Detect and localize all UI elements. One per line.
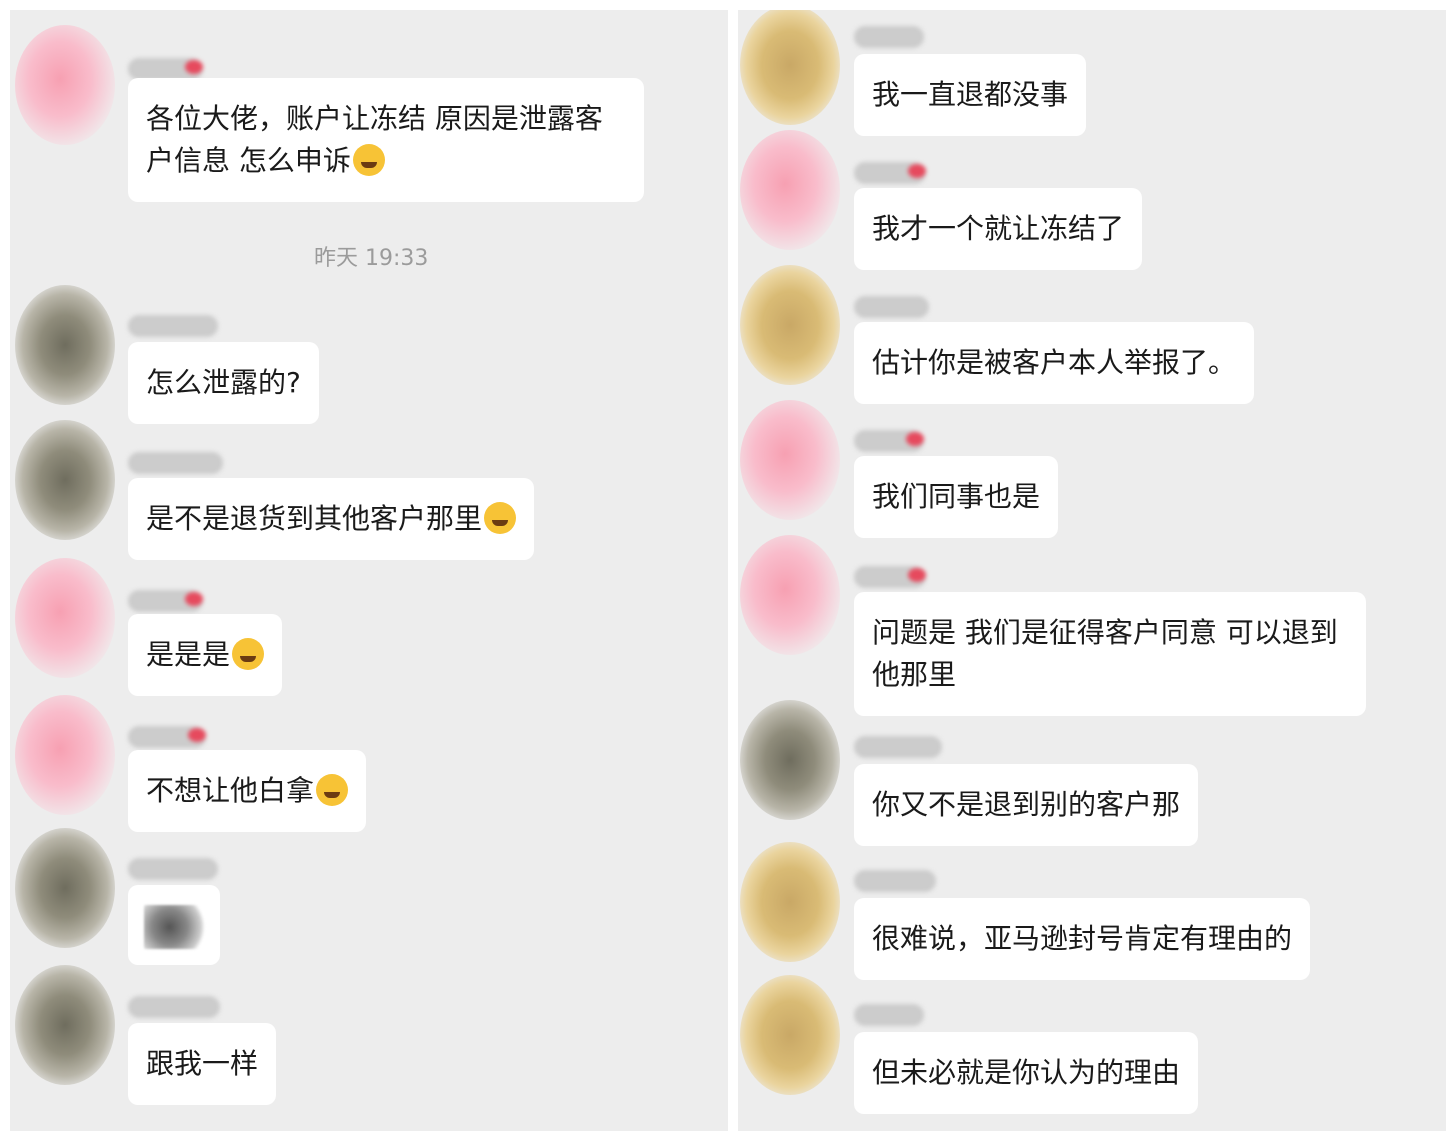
message-bubble[interactable]: 但未必就是你认为的理由 [854,1032,1199,1114]
blurred-sticker [144,905,208,949]
flower-icon [185,60,203,74]
avatar[interactable] [740,535,840,655]
message-text: 是是是 [146,638,231,671]
flower-icon [908,164,926,178]
avatar[interactable] [740,130,840,250]
message-bubble[interactable]: 我才一个就让冻结了 [854,188,1143,270]
message-bubble[interactable]: 很难说，亚马逊封号肯定有理由的 [854,898,1311,980]
sender-name [128,315,218,337]
crying-laughing-face-icon [352,144,385,176]
sender-name [854,162,926,184]
avatar[interactable] [15,25,115,145]
sender-name [854,296,929,318]
message-text: 估计你是被客户本人举报了。 [872,346,1237,379]
avatar[interactable] [740,265,840,385]
message-bubble[interactable]: 怎么泄露的? [128,342,319,424]
sender-name [854,1004,924,1026]
message-text: 问题是 我们是征得客户同意 可以退到他那里 [872,616,1338,691]
flower-icon [908,568,926,582]
message-bubble[interactable]: 不想让他白拿 [128,750,367,832]
message-text: 我才一个就让冻结了 [872,212,1125,245]
flower-icon [906,432,924,446]
message-text: 是不是退货到其他客户那里 [146,502,483,535]
avatar[interactable] [740,975,840,1095]
sender-name [128,996,220,1018]
avatar[interactable] [15,420,115,540]
left-chat-panel: 各位大佬，账户让冻结 原因是泄露客户信息 怎么申诉 昨天 19:33 怎么泄露的… [10,10,728,1131]
avatar[interactable] [740,842,840,962]
sender-name [128,58,203,80]
timestamp: 昨天 19:33 [314,246,429,271]
message-text: 不想让他白拿 [146,774,315,807]
right-chat-panel: 我一直退都没事 我才一个就让冻结了 估计你是被客户本人举报了。 我们同事也是 问… [738,10,1446,1131]
avatar[interactable] [15,285,115,405]
sender-name [854,870,936,892]
sender-name [128,452,223,474]
message-text: 很难说，亚马逊封号肯定有理由的 [872,922,1293,955]
flower-icon [185,592,203,606]
sticker-message-bubble[interactable] [128,885,220,965]
avatar[interactable] [15,828,115,948]
message-text: 跟我一样 [146,1047,259,1080]
message-bubble[interactable]: 是是是 [128,614,283,696]
message-text: 怎么泄露的? [146,366,301,399]
sender-name [854,566,926,588]
message-text: 但未必就是你认为的理由 [872,1056,1181,1089]
sender-name [854,430,924,452]
crying-laughing-face-icon [232,638,265,670]
avatar[interactable] [740,400,840,520]
grinning-sweat-face-icon [484,502,517,534]
avatar[interactable] [740,700,840,820]
message-bubble[interactable]: 跟我一样 [128,1023,277,1105]
avatar[interactable] [15,558,115,678]
message-bubble[interactable]: 你又不是退到别的客户那 [854,764,1199,846]
sender-name [128,858,218,880]
message-bubble[interactable]: 我一直退都没事 [854,54,1087,136]
message-bubble[interactable]: 问题是 我们是征得客户同意 可以退到他那里 [854,592,1366,716]
sender-name [128,726,206,748]
avatar[interactable] [15,695,115,815]
message-text: 我们同事也是 [872,480,1041,513]
message-bubble[interactable]: 是不是退货到其他客户那里 [128,478,535,560]
avatar[interactable] [740,10,840,125]
message-bubble[interactable]: 各位大佬，账户让冻结 原因是泄露客户信息 怎么申诉 [128,78,644,202]
sender-name [128,590,203,612]
avatar[interactable] [15,965,115,1085]
tears-of-joy-face-icon [316,774,349,806]
message-text: 我一直退都没事 [872,78,1069,111]
sender-name [854,26,924,48]
message-text: 你又不是退到别的客户那 [872,788,1181,821]
sender-name [854,736,942,758]
message-bubble[interactable]: 我们同事也是 [854,456,1059,538]
message-bubble[interactable]: 估计你是被客户本人举报了。 [854,322,1255,404]
flower-icon [188,728,206,742]
